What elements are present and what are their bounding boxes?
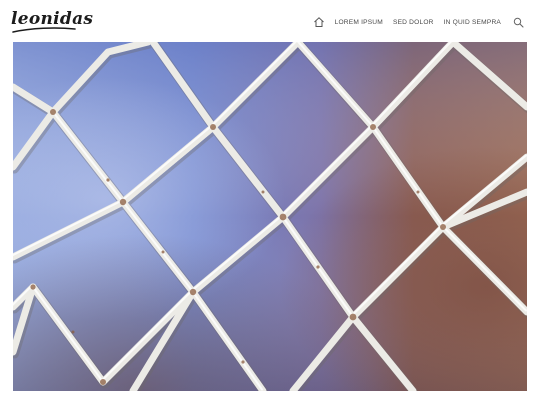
main-nav: LOREM IPSUM SED DOLOR IN QUID SEMPRA (313, 14, 524, 30)
nav-item-sed-dolor[interactable]: SED DOLOR (393, 19, 434, 26)
chain-link-fence-photo (13, 42, 527, 391)
search-icon[interactable] (513, 17, 524, 28)
nav-item-in-quid-sempra[interactable]: IN QUID SEMPRA (444, 19, 501, 26)
nav-item-lorem-ipsum[interactable]: LOREM IPSUM (335, 19, 383, 26)
logo-swash-icon (12, 27, 76, 33)
site-logo[interactable]: leonidas (11, 8, 93, 34)
site-header: leonidas LOREM IPSUM SED DOLOR IN QUID S… (0, 0, 540, 42)
hero-image (13, 42, 527, 391)
home-icon[interactable] (313, 16, 325, 28)
